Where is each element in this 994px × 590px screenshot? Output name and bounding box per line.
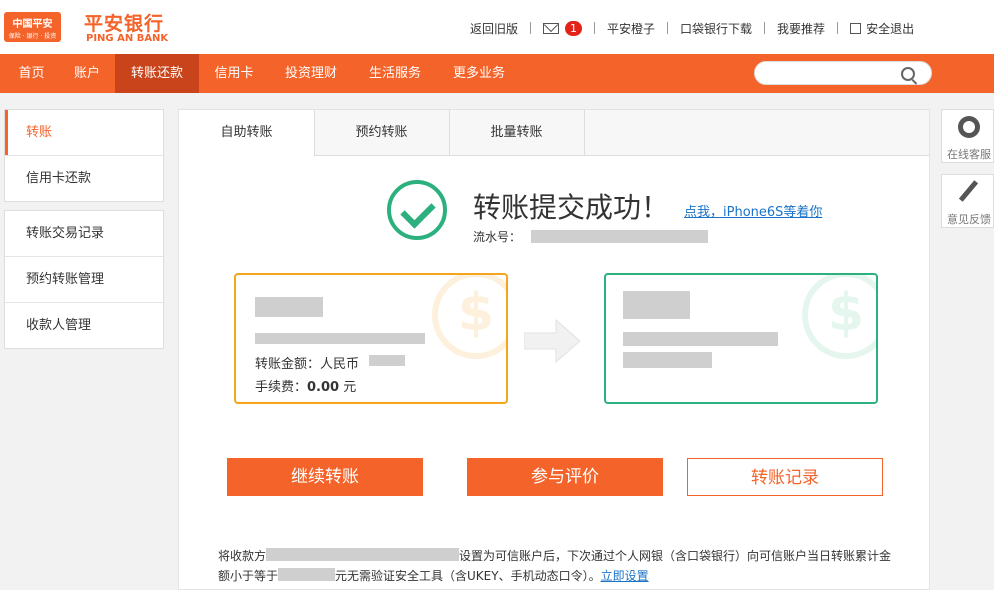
serial-number-label: 流水号： (473, 230, 522, 244)
sidebar-item-credit-repay[interactable]: 信用卡还款 (5, 156, 163, 201)
pocket-bank-download-link[interactable]: 口袋银行下载 (680, 20, 752, 37)
mail-icon (543, 22, 560, 34)
transfer-result-panel: 自助转账 预约转账 批量转账 转账提交成功！ 点我，iPhone6S等着你 流水… (178, 109, 930, 590)
sidebar-item-scheduled-transfers[interactable]: 预约转账管理 (5, 257, 163, 303)
logout-link[interactable]: 安全退出 (850, 20, 914, 37)
nav-investment[interactable]: 投资理财 (269, 54, 353, 93)
fee-unit: 元 (343, 380, 357, 395)
payer-card: $ 转账金额：人民币 手续费：0.00 元 (234, 273, 508, 404)
sidebar-item-transfer[interactable]: 转账 (5, 110, 163, 156)
transfer-amount-label: 转账金额：人民币 (255, 357, 360, 372)
pen-icon (958, 180, 979, 202)
pingan-orange-link[interactable]: 平安橙子 (607, 20, 655, 37)
redacted-payee-name (623, 291, 690, 319)
logo-text: 中国平安 (12, 19, 53, 30)
coin-icon: $ (432, 275, 506, 359)
divider (764, 22, 766, 34)
logout-label: 安全退出 (866, 21, 915, 36)
top-links: 返回旧版 1 平安橙子 口袋银行下载 我要推荐 安全退出 (470, 18, 914, 38)
divider (530, 22, 532, 34)
transfer-tabs: 自助转账 预约转账 批量转账 (179, 110, 929, 156)
fee-value: 0.00 (307, 380, 340, 395)
coin-icon: $ (802, 275, 876, 359)
old-version-link[interactable]: 返回旧版 (470, 20, 518, 37)
tab-batch-transfer[interactable]: 批量转账 (449, 110, 585, 155)
fee-line: 手续费：0.00 元 (255, 376, 356, 395)
search-box (754, 61, 932, 85)
success-check-icon (387, 180, 447, 240)
redacted-payer-account (255, 333, 425, 344)
sidebar-group-management: 转账交易记录 预约转账管理 收款人管理 (4, 210, 164, 349)
top-header: 中国平安 保险 · 银行 · 投资 平安银行 PING AN BANK 返回旧版… (0, 0, 994, 54)
nav-credit-card[interactable]: 信用卡 (199, 54, 269, 93)
participate-evaluation-button[interactable]: 参与评价 (467, 458, 663, 496)
messages-link[interactable]: 1 (543, 20, 583, 36)
nav-home[interactable]: 首页 (4, 54, 59, 93)
sidebar-item-payee-management[interactable]: 收款人管理 (5, 303, 163, 348)
search-icon[interactable] (901, 67, 915, 81)
sidebar-item-transfer-records[interactable]: 转账交易记录 (5, 211, 163, 257)
logout-icon (850, 22, 862, 34)
search-input[interactable] (765, 65, 899, 83)
redacted-payee-in-notice (266, 548, 460, 561)
set-now-link[interactable]: 立即设置 (601, 569, 649, 583)
continue-transfer-button[interactable]: 继续转账 (227, 458, 423, 496)
redacted-serial-number (531, 230, 708, 243)
redacted-amount (369, 355, 405, 366)
trusted-account-notice: 将收款方 设置为可信账户后，下次通过个人网银（含口袋银行）向可信账户当日转账累计金… (218, 546, 898, 586)
transfer-records-button[interactable]: 转账记录 (687, 458, 883, 496)
redacted-limit-amount (278, 568, 336, 581)
recommend-link[interactable]: 我要推荐 (777, 20, 825, 37)
online-service-widget[interactable]: 在线客服 (941, 109, 994, 163)
nav-account[interactable]: 账户 (59, 54, 115, 93)
fee-label: 手续费： (255, 380, 308, 395)
pingan-group-logo[interactable]: 中国平安 保险 · 银行 · 投资 (4, 12, 61, 42)
divider (837, 22, 839, 34)
headset-icon (958, 116, 980, 138)
feedback-label: 意见反馈 (947, 213, 991, 226)
divider (594, 22, 596, 34)
nav-life-services[interactable]: 生活服务 (353, 54, 437, 93)
notice-text-part1: 将收款方 (218, 549, 267, 563)
logo-subtext: 保险 · 银行 · 投资 (8, 33, 57, 40)
iphone-promo-link[interactable]: 点我，iPhone6S等着你 (684, 201, 822, 220)
feedback-widget[interactable]: 意见反馈 (941, 174, 994, 228)
transfer-arrow-icon (524, 318, 581, 364)
nav-more-business[interactable]: 更多业务 (437, 54, 521, 93)
notice-text-part3: 元无需验证安全工具（含UKEY、手机动态口令）。 (335, 569, 601, 583)
sidebar-group-transfer: 转账 信用卡还款 (4, 109, 164, 202)
bank-brand-english: PING AN BANK (86, 33, 169, 44)
message-count-badge: 1 (565, 20, 583, 36)
redacted-payer-name (255, 297, 323, 317)
redacted-payee-bank (623, 352, 712, 368)
tab-scheduled-transfer[interactable]: 预约转账 (314, 110, 450, 155)
payee-card: $ (604, 273, 878, 404)
divider (667, 22, 669, 34)
online-service-label: 在线客服 (947, 148, 991, 161)
bank-brand-name: 平安银行 (84, 13, 165, 35)
success-title: 转账提交成功！ (473, 191, 670, 224)
nav-transfer[interactable]: 转账还款 (115, 54, 199, 93)
tab-self-transfer[interactable]: 自助转账 (179, 110, 315, 156)
redacted-payee-account (623, 332, 778, 346)
